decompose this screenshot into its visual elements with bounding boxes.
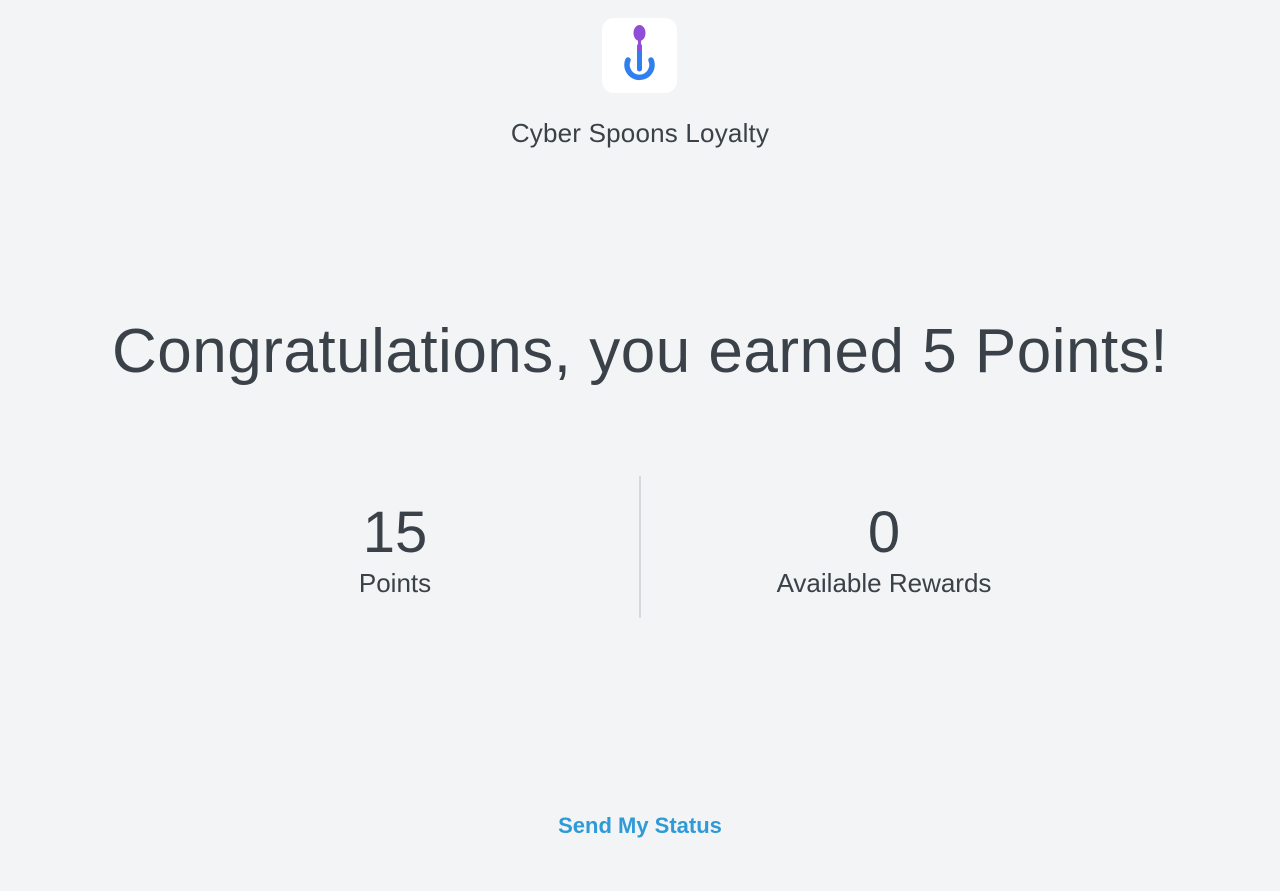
- points-label: Points: [358, 568, 432, 598]
- congratulations-headline: Congratulations, you earned 5 Points!: [112, 317, 1168, 386]
- send-status-container: Send My Status: [0, 813, 1280, 839]
- app-logo: [602, 18, 677, 93]
- rewards-value: 0: [867, 500, 901, 565]
- stats-divider: [639, 476, 641, 618]
- rewards-stat: 0 Available Rewards: [684, 498, 1084, 598]
- points-value: 15: [362, 500, 428, 565]
- spoon-power-icon: [624, 25, 655, 81]
- brand-name: Cyber Spoons Loyalty: [510, 118, 770, 148]
- loyalty-confirmation-page: Cyber Spoons Loyalty Congratulations, yo…: [0, 0, 1280, 891]
- rewards-label: Available Rewards: [776, 568, 992, 598]
- points-stat: 15 Points: [195, 498, 595, 598]
- send-my-status-link[interactable]: Send My Status: [558, 813, 722, 838]
